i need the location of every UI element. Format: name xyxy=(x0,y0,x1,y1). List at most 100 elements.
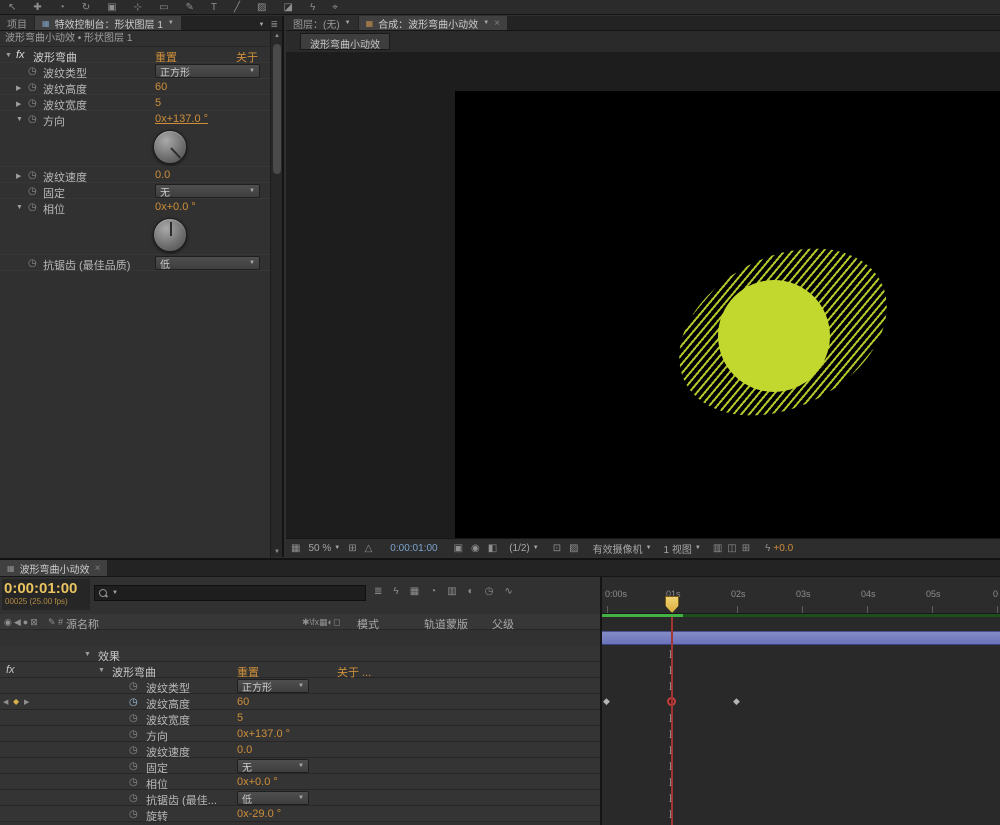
tab-project[interactable]: 项目 xyxy=(0,16,34,30)
wave-height-value[interactable]: 60 xyxy=(237,696,249,708)
prev-keyframe-icon[interactable]: ◀ xyxy=(3,698,8,706)
effect-row[interactable]: fx ▼ 波形弯曲 重置 关于 ... xyxy=(0,662,600,678)
pixel-aspect-icons[interactable]: ▥◫⊞ xyxy=(713,543,755,554)
channels-icon[interactable]: ◧ xyxy=(488,543,497,554)
tab-effect-controls[interactable]: ▦ 特效控制台：形状图层 1 ▼ xyxy=(35,16,181,30)
graph-editor-icon[interactable]: ∿ xyxy=(504,586,512,597)
wave-height-value[interactable]: 60 xyxy=(155,81,167,93)
viewer-timecode[interactable]: 0:00:01:00 xyxy=(390,543,437,554)
column-trkmat[interactable]: 轨道蒙版 xyxy=(424,616,468,632)
column-source-name[interactable]: 源名称 xyxy=(66,616,99,632)
tab-layer-viewer[interactable]: 图层：(无) ▼ xyxy=(286,16,358,30)
keyframe-diamond[interactable]: ◆ xyxy=(603,696,610,707)
twirl-open-icon[interactable]: ▼ xyxy=(16,116,23,123)
scroll-thumb[interactable] xyxy=(273,44,281,174)
safe-guides-icon[interactable]: ⊞ xyxy=(348,543,356,554)
twirl-closed-icon[interactable]: ▶ xyxy=(16,172,21,180)
wave-width-value[interactable]: 5 xyxy=(237,712,243,724)
stopwatch-icon[interactable]: ◷ xyxy=(129,761,138,772)
phase-value[interactable]: 0x+0.0 ° xyxy=(237,776,278,788)
antialiasing-dropdown[interactable]: 低 ▼ xyxy=(155,256,260,270)
zoom-tool-icon[interactable]: ◔ xyxy=(59,2,65,13)
wave-type-dropdown[interactable]: 正方形 ▼ xyxy=(237,679,309,693)
shape-circle[interactable] xyxy=(718,280,830,392)
shape-tool-icon[interactable]: ▭ xyxy=(159,2,168,13)
roi-icon[interactable]: ⊡ xyxy=(553,543,561,554)
twirl-closed-icon[interactable]: ▶ xyxy=(16,84,21,92)
roto-brush-tool-icon[interactable]: ϟ xyxy=(310,2,315,13)
camera-view-control[interactable]: 有效摄像机 ▼ xyxy=(593,541,652,556)
live-update-icon[interactable]: ϟ xyxy=(393,586,398,597)
pen-tool-icon[interactable]: ✎ xyxy=(186,2,194,13)
snapshot-icon[interactable]: ▣ xyxy=(454,543,463,554)
stopwatch-icon[interactable]: ◷ xyxy=(28,98,37,109)
stopwatch-icon[interactable]: ◷ xyxy=(28,66,37,77)
pinning-dropdown[interactable]: 无 ▼ xyxy=(237,759,309,773)
direction-value[interactable]: 0x+137.0 ° xyxy=(155,113,208,125)
timeline-timecode[interactable]: 0:00:01:00 xyxy=(2,579,90,597)
stopwatch-icon[interactable]: ◷ xyxy=(129,793,138,804)
transparency-grid-icon[interactable]: ▨ xyxy=(569,543,578,554)
exposure-control[interactable]: ϟ +0.0 xyxy=(765,543,793,554)
direction-dial[interactable] xyxy=(153,130,187,164)
view-layout-control[interactable]: 1 视图 ▼ xyxy=(664,541,701,556)
time-ruler[interactable]: 0:00s 01s 02s 03s 04s 05s 0 xyxy=(602,577,1000,614)
stopwatch-icon[interactable]: ◷ xyxy=(129,777,138,788)
exposure-value[interactable]: +0.0 xyxy=(773,543,793,554)
scroll-down-icon[interactable]: ▼ xyxy=(274,549,280,555)
selection-tool-icon[interactable]: ↖ xyxy=(8,2,16,13)
search-field[interactable]: ▼ xyxy=(94,585,366,601)
panel-menu-icon[interactable]: ≣ xyxy=(270,19,278,30)
fx-badge-icon[interactable]: fx xyxy=(16,49,25,61)
composition-canvas[interactable] xyxy=(455,91,1000,538)
timeline-tab[interactable]: ▦ 波形弯曲小动效 × xyxy=(0,560,107,576)
auto-keyframe-icon[interactable]: ◷ xyxy=(485,586,494,597)
wave-width-value[interactable]: 5 xyxy=(155,97,161,109)
tab-comp-viewer[interactable]: ▦ 合成：波形弯曲小动效 ▼ × xyxy=(359,16,507,30)
close-icon[interactable]: × xyxy=(494,18,500,29)
twirl-closed-icon[interactable]: ▶ xyxy=(16,100,21,108)
stopwatch-icon[interactable]: ◷ xyxy=(28,114,37,125)
brush-tool-icon[interactable]: ╱ xyxy=(234,2,240,13)
wave-speed-value[interactable]: 0.0 xyxy=(237,744,252,756)
pinning-dropdown[interactable]: 无 ▼ xyxy=(155,184,260,198)
stopwatch-icon[interactable]: ◷ xyxy=(129,745,138,756)
stopwatch-icon[interactable]: ◷ xyxy=(129,697,138,708)
close-icon[interactable]: × xyxy=(95,563,101,574)
show-snapshot-icon[interactable]: ◉ xyxy=(471,543,480,554)
antialiasing-dropdown[interactable]: 低 ▼ xyxy=(237,791,309,805)
twirl-open-icon[interactable]: ▼ xyxy=(98,667,105,674)
draft-3d-icon[interactable]: ▦ xyxy=(410,586,419,597)
eraser-tool-icon[interactable]: ◪ xyxy=(284,2,293,13)
effect-controls-scrollbar[interactable]: ▲ ▼ xyxy=(270,31,282,557)
twirl-open-icon[interactable]: ▼ xyxy=(5,52,12,59)
direction-value[interactable]: 0x+137.0 ° xyxy=(237,728,290,740)
motion-blur-icon[interactable]: ◐ xyxy=(468,586,474,597)
wave-speed-value[interactable]: 0.0 xyxy=(155,169,170,181)
comp-name-tab[interactable]: 波形弯曲小动效 xyxy=(300,33,390,50)
clone-stamp-tool-icon[interactable]: ▨ xyxy=(257,2,266,13)
stopwatch-icon[interactable]: ◷ xyxy=(28,170,37,181)
puppet-pin-tool-icon[interactable]: ⌖ xyxy=(332,2,338,13)
stopwatch-icon[interactable]: ◷ xyxy=(129,809,138,820)
current-time-display[interactable]: 0:00:01:00 00025 (25.00 fps) xyxy=(2,579,90,610)
hide-shy-layers-icon[interactable]: ◔ xyxy=(430,586,436,597)
resolution-control[interactable]: (1/2) ▼ xyxy=(509,543,539,554)
mini-flowchart-icon[interactable]: △ xyxy=(365,543,373,554)
twirl-open-icon[interactable]: ▼ xyxy=(84,651,91,658)
keyframe-diamond[interactable]: ◆ xyxy=(733,696,740,707)
stopwatch-icon[interactable]: ◷ xyxy=(28,186,37,197)
stopwatch-icon[interactable]: ◷ xyxy=(129,713,138,724)
scroll-up-icon[interactable]: ▲ xyxy=(274,33,280,39)
stopwatch-icon[interactable]: ◷ xyxy=(28,82,37,93)
stopwatch-icon[interactable]: ◷ xyxy=(28,202,37,213)
panel-caret-icon[interactable]: ▼ xyxy=(259,22,265,28)
comp-mini-flowchart-icon[interactable]: ≣ xyxy=(374,586,382,597)
pan-behind-tool-icon[interactable]: ⊹ xyxy=(134,2,142,13)
hand-tool-icon[interactable]: ✚ xyxy=(33,2,41,13)
phase-dial[interactable] xyxy=(153,218,187,252)
type-tool-icon[interactable]: T xyxy=(211,2,217,13)
twirl-open-icon[interactable]: ▼ xyxy=(16,204,23,211)
wave-type-dropdown[interactable]: 正方形 ▼ xyxy=(155,64,260,78)
rotation-value[interactable]: 0x-29.0 ° xyxy=(237,808,281,820)
